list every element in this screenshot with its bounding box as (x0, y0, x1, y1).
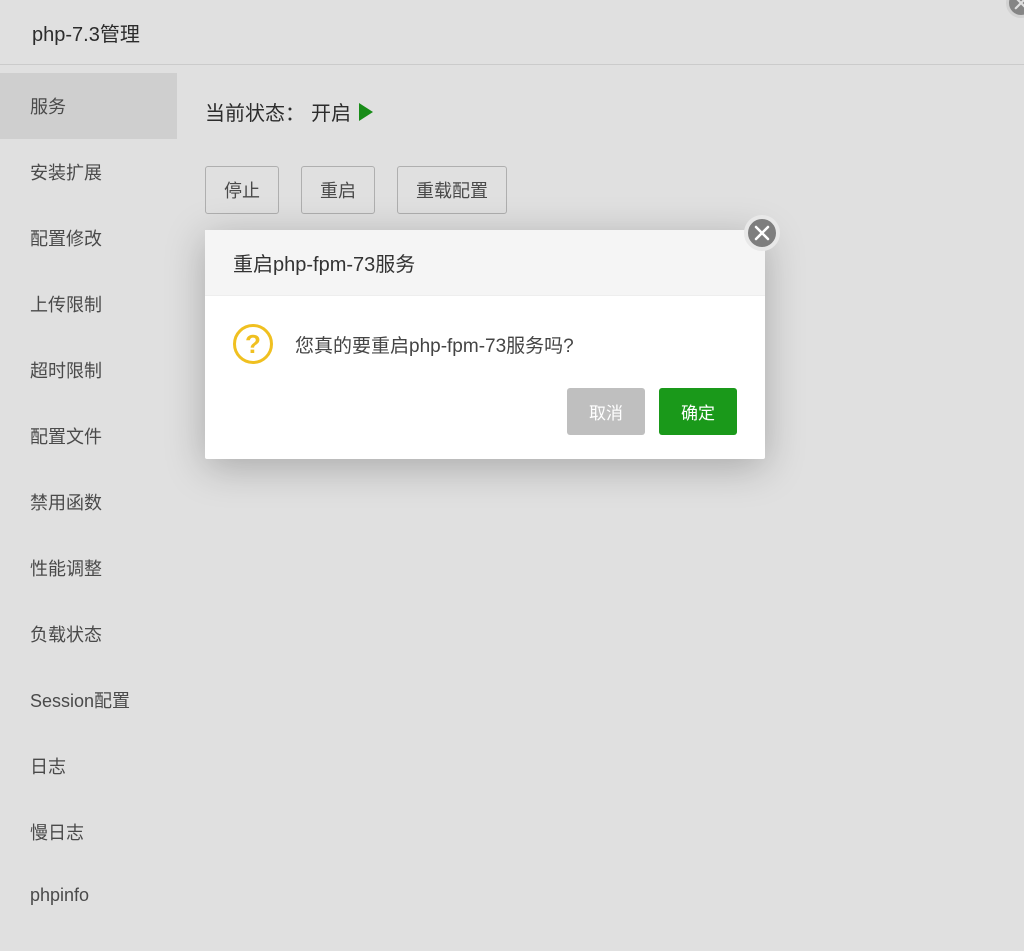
dialog-title: 重启php-fpm-73服务 (233, 248, 737, 277)
close-icon (754, 225, 770, 241)
question-icon: ? (233, 324, 273, 364)
modal-overlay (0, 0, 1024, 951)
cancel-button[interactable]: 取消 (567, 388, 645, 435)
dialog-message: 您真的要重启php-fpm-73服务吗? (295, 331, 574, 358)
confirm-dialog: 重启php-fpm-73服务 ? 您真的要重启php-fpm-73服务吗? 取消… (205, 230, 765, 459)
dialog-header: 重启php-fpm-73服务 (205, 230, 765, 296)
dialog-close-button[interactable] (744, 215, 780, 251)
dialog-footer: 取消 确定 (205, 388, 765, 459)
confirm-button[interactable]: 确定 (659, 388, 737, 435)
dialog-body: ? 您真的要重启php-fpm-73服务吗? (205, 296, 765, 388)
